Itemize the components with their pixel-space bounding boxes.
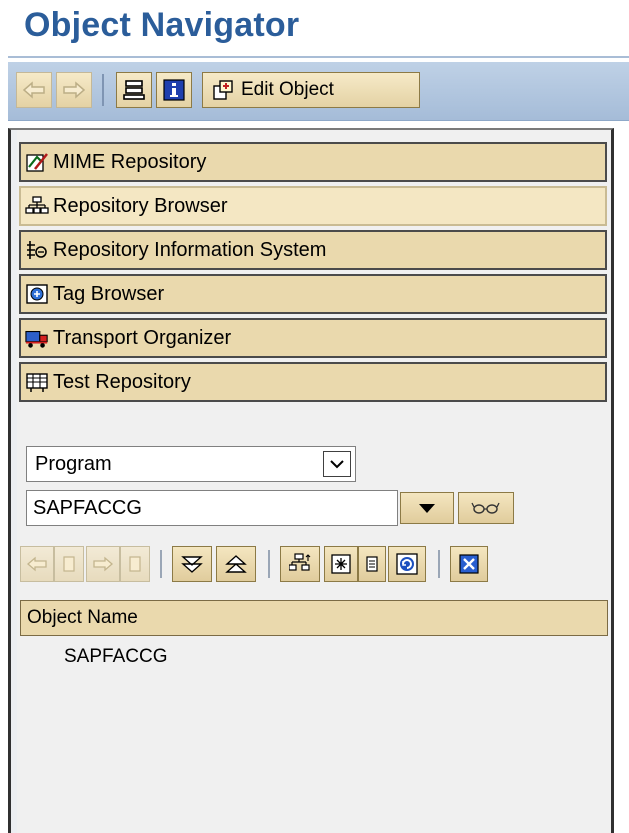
list-icon bbox=[366, 556, 378, 572]
info-icon bbox=[163, 79, 185, 101]
expand-icon bbox=[181, 556, 203, 573]
refresh-button[interactable] bbox=[388, 546, 426, 582]
list-icon bbox=[129, 556, 141, 572]
arrow-right-icon bbox=[63, 81, 86, 99]
close-icon bbox=[459, 554, 479, 574]
object-name-value: SAPFACCG bbox=[33, 496, 142, 519]
display-button[interactable] bbox=[458, 492, 514, 524]
nav-item-label: Test Repository bbox=[53, 370, 191, 393]
toolbar-separator bbox=[268, 550, 270, 578]
toolbar-separator bbox=[438, 550, 440, 578]
arrow-left-icon bbox=[22, 81, 45, 99]
forward-button[interactable] bbox=[56, 72, 92, 108]
main-toolbar: Edit Object bbox=[8, 62, 629, 121]
sort-hierarchy-button[interactable] bbox=[280, 546, 320, 582]
nav-item-test-repository[interactable]: Test Repository bbox=[19, 362, 607, 402]
mime-icon bbox=[25, 150, 49, 174]
object-type-dropdown[interactable]: Program bbox=[26, 446, 356, 482]
edit-object-icon bbox=[213, 80, 233, 100]
glasses-icon bbox=[471, 502, 500, 514]
nav-item-label: MIME Repository bbox=[53, 150, 207, 173]
new-object-button[interactable] bbox=[324, 546, 358, 582]
nav-item-label: Repository Information System bbox=[53, 238, 327, 261]
toolbar-separator bbox=[102, 74, 104, 106]
asterisk-icon bbox=[331, 554, 351, 574]
back-button[interactable] bbox=[16, 72, 52, 108]
nav-item-mime-repository[interactable]: MIME Repository bbox=[19, 142, 607, 182]
display-objects-button[interactable] bbox=[116, 72, 152, 108]
tree-row[interactable]: SAPFACCG bbox=[64, 646, 167, 668]
expand-subtree-button[interactable] bbox=[172, 546, 212, 582]
refresh-icon bbox=[396, 553, 418, 575]
triangle-down-icon bbox=[419, 504, 435, 513]
collapse-subtree-button[interactable] bbox=[216, 546, 256, 582]
arrow-right-icon bbox=[93, 556, 113, 572]
edit-object-label: Edit Object bbox=[241, 79, 334, 100]
edit-object-button[interactable]: Edit Object bbox=[202, 72, 420, 108]
close-tree-button[interactable] bbox=[450, 546, 488, 582]
title-divider bbox=[8, 56, 629, 58]
page-title: Object Navigator bbox=[24, 6, 300, 44]
tree-back-list-button[interactable] bbox=[54, 546, 84, 582]
test-repository-icon bbox=[25, 370, 49, 394]
nav-item-repository-information-system[interactable]: Repository Information System bbox=[19, 230, 607, 270]
history-dropdown-button[interactable] bbox=[400, 492, 454, 524]
arrow-left-icon bbox=[27, 556, 47, 572]
nav-item-label: Transport Organizer bbox=[53, 326, 232, 349]
tree-forward-button[interactable] bbox=[86, 546, 120, 582]
list-icon bbox=[63, 556, 75, 572]
column-header-object-name[interactable]: Object Name bbox=[20, 600, 608, 636]
info-system-icon bbox=[25, 238, 49, 262]
object-type-value: Program bbox=[35, 452, 112, 475]
tree-back-button[interactable] bbox=[20, 546, 54, 582]
tag-browser-icon bbox=[25, 282, 49, 306]
collapse-icon bbox=[225, 555, 247, 573]
chevron-down-icon[interactable] bbox=[323, 451, 351, 477]
toolbar-separator bbox=[160, 550, 162, 578]
hierarchy-icon bbox=[25, 194, 49, 218]
truck-icon bbox=[25, 326, 49, 350]
nav-item-label: Repository Browser bbox=[53, 194, 228, 217]
nav-item-label: Tag Browser bbox=[53, 282, 165, 305]
tree-forward-list-button[interactable] bbox=[120, 546, 150, 582]
object-name-input[interactable]: SAPFACCG bbox=[26, 490, 398, 526]
stack-icon bbox=[123, 80, 145, 100]
hierarchy-sort-icon bbox=[289, 553, 311, 571]
new-object-list-button[interactable] bbox=[358, 546, 386, 582]
info-button[interactable] bbox=[156, 72, 192, 108]
nav-item-tag-browser[interactable]: Tag Browser bbox=[19, 274, 607, 314]
nav-item-transport-organizer[interactable]: Transport Organizer bbox=[19, 318, 607, 358]
nav-item-repository-browser[interactable]: Repository Browser bbox=[19, 186, 607, 226]
